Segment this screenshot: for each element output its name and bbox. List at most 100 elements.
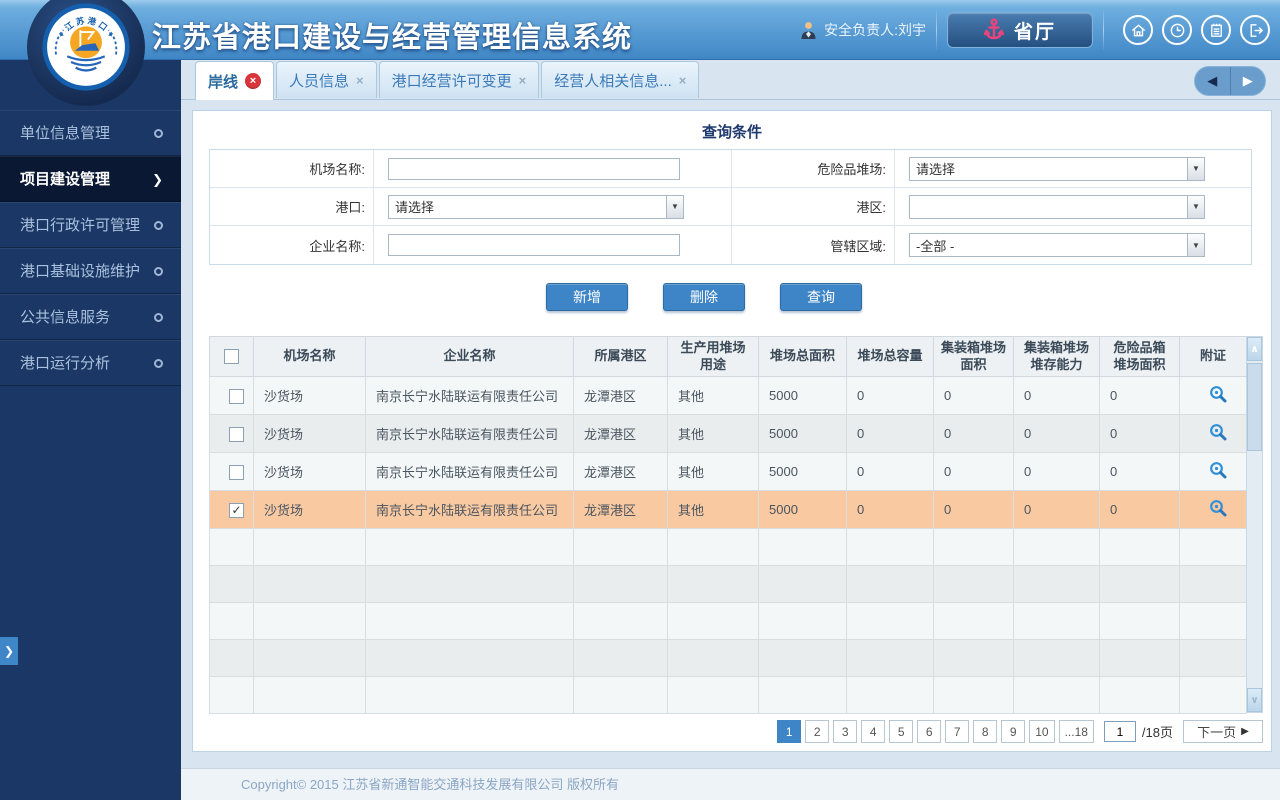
empty-cell	[1099, 639, 1180, 677]
sidebar-item-label: 项目建设管理	[20, 170, 111, 188]
dangerous-goods-yard-select-value: 请选择	[916, 162, 956, 177]
tab-3[interactable]: 港口经营许可变更 ×	[378, 61, 540, 98]
empty-cell	[253, 602, 366, 640]
next-page-arrow-icon: ▶	[1241, 726, 1249, 737]
page-button-5[interactable]: 5	[889, 720, 914, 743]
page-button-9[interactable]: 9	[1001, 720, 1026, 743]
select-all-checkbox[interactable]	[224, 349, 239, 365]
next-page-button[interactable]: 下一页 ▶	[1183, 720, 1263, 743]
empty-cell	[365, 565, 574, 603]
column-header-7: 集装箱堆场 面积	[933, 336, 1014, 377]
attachment-cell[interactable]	[1179, 490, 1247, 529]
empty-cell	[209, 565, 254, 603]
sidebar-item-5[interactable]: 公共信息服务	[0, 294, 181, 340]
sidebar-expand-handle[interactable]: ❯	[0, 637, 18, 665]
magnifier-icon[interactable]	[1209, 461, 1228, 480]
column-header-9: 危险品箱 堆场面积	[1099, 336, 1180, 377]
airport-name-input[interactable]	[388, 157, 680, 180]
cell: 南京长宁水陆联运有限责任公司	[365, 376, 574, 415]
page-button-8[interactable]: 8	[973, 720, 998, 743]
attachment-cell[interactable]	[1179, 452, 1247, 491]
table-row[interactable]: 沙货场 南京长宁水陆联运有限责任公司 龙潭港区 其他 5000 0 0 0 0	[209, 414, 1247, 453]
cell: 其他	[667, 490, 759, 529]
empty-cell	[933, 676, 1014, 714]
close-icon[interactable]: ×	[245, 73, 262, 89]
close-icon[interactable]: ×	[356, 73, 364, 88]
attachment-cell[interactable]	[1179, 414, 1247, 453]
page-button-1[interactable]: 1	[777, 720, 802, 743]
attachment-cell[interactable]	[1179, 376, 1247, 415]
page-button-6[interactable]: 6	[917, 720, 942, 743]
cell: 0	[1013, 490, 1100, 529]
row-checkbox[interactable]	[229, 426, 244, 442]
table-row[interactable]: ✓ 沙货场 南京长宁水陆联运有限责任公司 龙潭港区 其他 5000 0 0 0 0	[209, 490, 1247, 529]
empty-cell	[667, 676, 759, 714]
notes-button[interactable]	[1201, 15, 1231, 45]
tab-scroll-right-button[interactable]: ▶	[1231, 67, 1266, 95]
search-button[interactable]: 查询	[780, 283, 862, 311]
page-button-2[interactable]: 2	[805, 720, 830, 743]
table-row[interactable]: 沙货场 南京长宁水陆联运有限责任公司 龙潭港区 其他 5000 0 0 0 0	[209, 452, 1247, 491]
row-checkbox[interactable]	[229, 388, 244, 404]
header-divider	[1103, 8, 1104, 52]
delete-button[interactable]: 删除	[663, 283, 745, 311]
dangerous-goods-yard-select[interactable]: 请选择 ▼	[909, 156, 1205, 181]
empty-row	[209, 602, 1247, 640]
port-select[interactable]: 请选择 ▼	[388, 194, 684, 219]
row-checkbox-cell: ✓	[209, 490, 254, 529]
empty-cell	[1179, 676, 1247, 714]
sidebar-item-4[interactable]: 港口基础设施维护	[0, 248, 181, 294]
page-button-10[interactable]: 10	[1029, 720, 1055, 743]
company-name-cell	[374, 226, 732, 264]
chevron-down-icon[interactable]: ▼	[1187, 195, 1204, 218]
chevron-down-icon[interactable]: ▼	[1187, 157, 1204, 180]
scroll-up-icon[interactable]: ∧	[1247, 337, 1262, 361]
close-icon[interactable]: ×	[679, 73, 687, 88]
page-button-7[interactable]: 7	[945, 720, 970, 743]
add-button[interactable]: 新增	[546, 283, 628, 311]
user-label: 安全负责人:刘宇	[824, 22, 926, 38]
row-checkbox-cell	[209, 414, 254, 453]
copyright-text: Copyright© 2015 江苏省新通智能交通科技发展有限公司 版权所有	[241, 777, 619, 792]
scrollbar-thumb[interactable]	[1247, 363, 1262, 451]
magnifier-icon[interactable]	[1209, 499, 1228, 518]
page-button-3[interactable]: 3	[833, 720, 858, 743]
page-number-input[interactable]	[1103, 721, 1136, 742]
page-button-4[interactable]: 4	[861, 720, 886, 743]
history-button[interactable]	[1162, 15, 1192, 45]
empty-cell	[1013, 639, 1100, 677]
company-name-input[interactable]	[388, 234, 680, 256]
port-area-select[interactable]: ▼	[909, 194, 1205, 219]
row-checkbox-cell	[209, 376, 254, 415]
chevron-down-icon[interactable]: ▼	[1187, 234, 1204, 256]
tab-4[interactable]: 经营人相关信息... ×	[541, 61, 700, 98]
home-button[interactable]	[1123, 15, 1153, 45]
empty-cell	[1013, 602, 1100, 640]
jurisdiction-select[interactable]: -全部 - ▼	[909, 233, 1205, 257]
sidebar-item-label: 公共信息服务	[20, 308, 111, 326]
page-button-...18[interactable]: ...18	[1058, 720, 1094, 743]
logout-button[interactable]	[1240, 15, 1270, 45]
header-actions: 安全负责人:刘宇 省厅	[800, 0, 1270, 60]
sidebar-item-3[interactable]: 港口行政许可管理	[0, 202, 181, 248]
sidebar-item-1[interactable]: 单位信息管理	[0, 110, 181, 156]
scroll-down-icon[interactable]: ∨	[1247, 688, 1262, 712]
vertical-scrollbar[interactable]: ∧ ∨	[1246, 336, 1263, 713]
row-checkbox[interactable]: ✓	[229, 502, 244, 518]
sidebar-item-2[interactable]: 项目建设管理 ❯	[0, 156, 181, 202]
tab-scroll-left-button[interactable]: ◀	[1195, 67, 1231, 95]
magnifier-icon[interactable]	[1209, 385, 1228, 404]
empty-cell	[1013, 676, 1100, 714]
row-checkbox[interactable]	[229, 464, 244, 480]
magnifier-icon[interactable]	[1209, 423, 1228, 442]
table-row[interactable]: 沙货场 南京长宁水陆联运有限责任公司 龙潭港区 其他 5000 0 0 0 0	[209, 376, 1247, 415]
close-icon[interactable]: ×	[519, 73, 527, 88]
sidebar-item-6[interactable]: 港口运行分析	[0, 340, 181, 386]
tab-1[interactable]: 岸线 ×	[195, 61, 275, 100]
empty-cell	[253, 565, 366, 603]
sidebar: 单位信息管理 项目建设管理 ❯ 港口行政许可管理 港口基础设施维护 公共信息服务 港口运行分…	[0, 60, 181, 800]
province-hall-button[interactable]: 省厅	[947, 12, 1093, 48]
tab-2[interactable]: 人员信息 ×	[276, 61, 377, 98]
chevron-down-icon[interactable]: ▼	[666, 195, 683, 218]
province-hall-label: 省厅	[1013, 21, 1056, 43]
